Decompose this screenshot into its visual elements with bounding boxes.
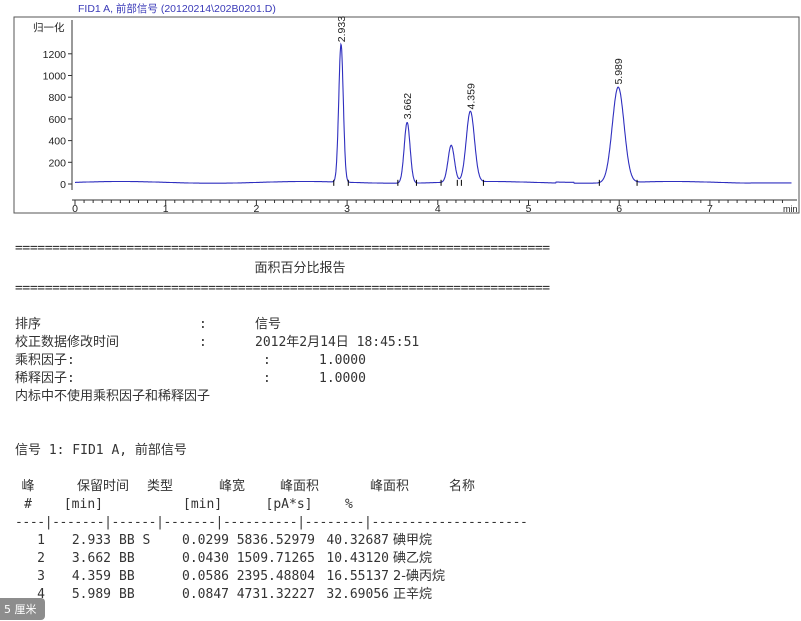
cell-peak-area: 5836.52979 (236, 533, 315, 548)
col-unit-width: [min] (183, 497, 223, 512)
x-tick-label: 0 (72, 203, 78, 215)
watermark-badge: 5 厘米 (0, 598, 45, 620)
cell-peak-number: 3 (37, 569, 45, 584)
col-unit-rt: [min] (63, 497, 103, 512)
x-tick-label: 6 (616, 203, 622, 215)
cell-compound-name: 正辛烷 (393, 587, 433, 602)
cell-peak-width: 0.0299 (182, 533, 229, 548)
peak-label: 4.359 (465, 83, 477, 109)
sort-label: 排序 (15, 317, 42, 332)
table-separator: ----|-------|------|-------|----------|-… (15, 515, 528, 530)
cell-peak-number: 1 (37, 533, 45, 548)
col-header-area-pct: 峰面积 (369, 479, 409, 494)
multiplier-colon: : (263, 353, 271, 368)
col-header-type: 类型 (146, 479, 173, 494)
cell-retention-time: 5.989 (71, 587, 111, 602)
x-tick-label: 7 (707, 203, 713, 215)
cell-compound-name: 2-碘丙烷 (393, 569, 445, 584)
y-tick-label: 600 (48, 114, 66, 126)
x-axis-label: min (783, 204, 798, 214)
table-row: 4 5.989 BB 0.0847 4731.32227 32.69056 正辛烷 (15, 586, 785, 604)
y-tick-label: 1200 (43, 49, 67, 61)
signal-trace (75, 42, 792, 184)
y-tick-label: 400 (48, 136, 66, 148)
x-tick-label: 5 (526, 203, 532, 215)
peak-label: 5.989 (613, 58, 625, 84)
col-header-peak: 峰 (21, 479, 35, 494)
cell-type: BB (119, 569, 135, 584)
report-title: 面积百分比报告 (254, 261, 346, 276)
cell-peak-width: 0.0430 (182, 551, 229, 566)
report-rule-top: ========================================… (15, 241, 550, 256)
table-header-row-2: # [min] [min] [pA*s] % (15, 496, 785, 514)
y-tick-label: 0 (60, 179, 66, 191)
istd-note: 内标中不使用乘积因子和稀释因子 (15, 389, 211, 404)
cell-type: BB (119, 551, 135, 566)
col-unit-area: [pA*s] (265, 497, 313, 512)
cell-area-percent: 16.55137 (326, 569, 389, 584)
y-axis-label: 归一化 (33, 21, 65, 34)
cell-compound-name: 碘乙烷 (393, 551, 433, 566)
multiplier-value: 1.0000 (319, 353, 366, 368)
multiplier-label: 乘积因子: (15, 353, 75, 368)
cell-type: BB (119, 587, 135, 602)
y-tick-label: 800 (48, 92, 66, 104)
calib-label: 校正数据修改时间 (15, 335, 120, 350)
x-tick-label: 3 (344, 203, 350, 215)
cell-peak-area: 2395.48804 (236, 569, 315, 584)
cell-peak-width: 0.0847 (182, 587, 229, 602)
calib-colon: : (199, 335, 207, 350)
col-unit-type (103, 496, 183, 514)
sort-colon: : (199, 317, 207, 332)
y-tick-label: 200 (48, 157, 66, 169)
col-unit-peak: # (24, 497, 32, 512)
cell-peak-area: 1509.71265 (236, 551, 315, 566)
x-tick-label: 1 (163, 203, 169, 215)
area-percent-report: ========================================… (15, 240, 785, 604)
peak-label: 2.933 (336, 16, 348, 42)
col-unit-area-pct: % (345, 497, 353, 512)
x-tick-label: 4 (435, 203, 441, 215)
chromatogram-panel: FID1 A, 前部信号 (20120214\202B0201.D) 归一化 0… (0, 0, 801, 215)
table-row: 1 2.933 BB S 0.0299 5836.52979 40.32687 碘甲烷 (15, 532, 785, 550)
cell-retention-time: 4.359 (71, 569, 111, 584)
cell-peak-number: 2 (37, 551, 45, 566)
signal-line: 信号 1: FID1 A, 前部信号 (15, 443, 187, 458)
x-tick-label: 2 (253, 203, 259, 215)
cell-area-percent: 40.32687 (326, 533, 389, 548)
cell-compound-name: 碘甲烷 (393, 533, 433, 548)
chart-title: FID1 A, 前部信号 (20120214\202B0201.D) (78, 2, 276, 15)
peak-label: 3.662 (402, 93, 414, 119)
y-tick-label: 1000 (43, 71, 67, 83)
table-row: 2 3.662 BB 0.0430 1509.71265 10.43120 碘乙烷 (15, 550, 785, 568)
dilution-value: 1.0000 (319, 371, 366, 386)
cell-retention-time: 2.933 (71, 533, 111, 548)
calib-value: 2012年2月14日 18:45:51 (255, 335, 420, 350)
table-header-row-1: 峰 保留时间 类型 峰宽 峰面积 峰面积 名称 (15, 478, 785, 496)
cell-peak-area: 4731.32227 (236, 587, 315, 602)
cell-peak-width: 0.0586 (182, 569, 229, 584)
col-header-width: 峰宽 (218, 479, 245, 494)
cell-area-percent: 10.43120 (326, 551, 389, 566)
dilution-colon: : (263, 371, 271, 386)
chromatogram-chart: FID1 A, 前部信号 (20120214\202B0201.D) 归一化 0… (13, 2, 800, 215)
cell-area-percent: 32.69056 (326, 587, 389, 602)
col-header-area: 峰面积 (279, 479, 319, 494)
table-body: 1 2.933 BB S 0.0299 5836.52979 40.32687 碘甲烷 2 3.… (15, 532, 785, 604)
dilution-label: 稀释因子: (15, 371, 75, 386)
sort-value: 信号 (255, 317, 282, 332)
col-header-rt: 保留时间 (76, 479, 129, 494)
col-header-name: 名称 (448, 479, 475, 494)
cell-type: BB S (119, 533, 151, 548)
cell-retention-time: 3.662 (71, 551, 111, 566)
table-row: 3 4.359 BB 0.0586 2395.48804 16.55137 2-碘丙烷 (15, 568, 785, 586)
report-rule-bottom: ========================================… (15, 281, 550, 296)
